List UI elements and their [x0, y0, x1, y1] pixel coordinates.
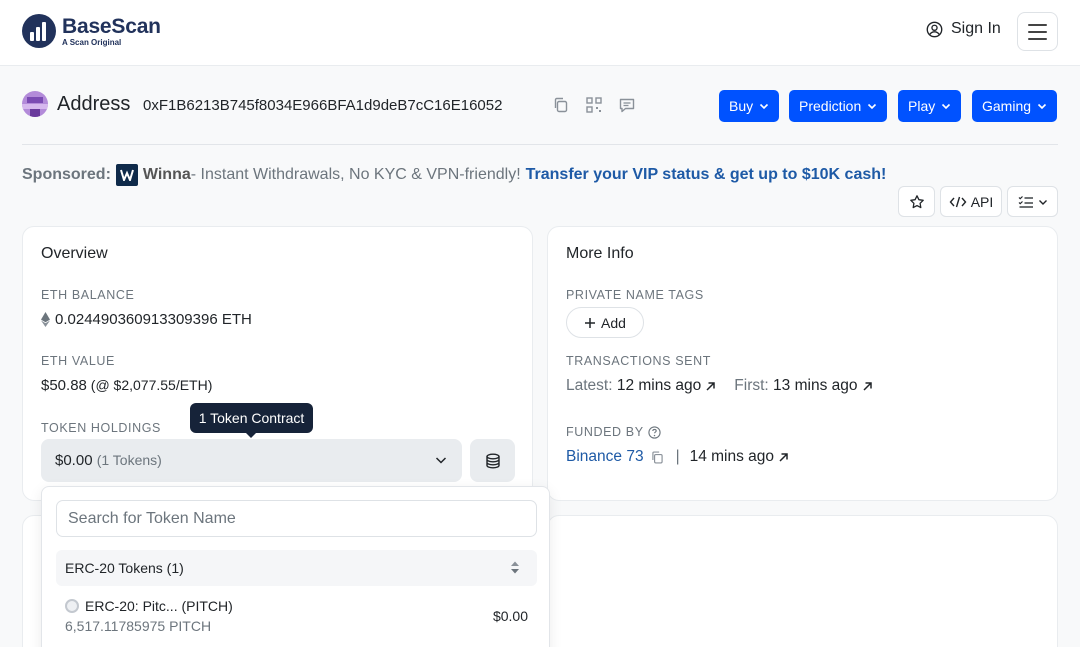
token-name: ERC-20: Pitc... (PITCH) [85, 598, 233, 614]
latest-tx-link[interactable]: 12 mins ago [617, 377, 701, 395]
section-divider [22, 144, 1058, 145]
list-check-icon [1018, 195, 1033, 208]
overview-title: Overview [41, 245, 108, 262]
sponsored-banner: Sponsored: Winna - Instant Withdrawals, … [22, 164, 886, 186]
arrow-up-right-icon [706, 381, 716, 391]
chevron-down-icon [1038, 199, 1047, 205]
token-usd-value: $0.00 [492, 608, 528, 624]
token-list-item[interactable]: ERC-20: Pitc... (PITCH) 6,517.11785975 P… [56, 594, 537, 636]
favorite-button[interactable] [898, 186, 935, 217]
sort-icon[interactable] [510, 560, 520, 575]
sign-in-link[interactable]: Sign In [926, 20, 1001, 38]
chevron-down-icon [760, 103, 769, 110]
funded-separator: | [675, 448, 680, 465]
funded-time-link[interactable]: 14 mins ago [690, 448, 774, 466]
funded-by-link[interactable]: Binance 73 [566, 448, 644, 466]
chevron-down-icon [1037, 103, 1047, 110]
arrow-up-right-icon [862, 381, 872, 391]
more-options-button[interactable] [1007, 186, 1058, 217]
erc20-group-label: ERC-20 Tokens (1) [65, 560, 184, 576]
token-placeholder-icon [65, 599, 79, 613]
ethereum-icon [41, 312, 50, 327]
address-header: Address 0xF1B6213B745f8034E966BFA1d9deB7… [22, 90, 1058, 122]
basescan-logo[interactable]: BaseScan A Scan Original [22, 14, 161, 48]
gaming-dropdown-button[interactable]: Gaming [972, 90, 1058, 122]
token-holdings-dropdown[interactable]: $0.00 (1 Tokens) [41, 439, 462, 482]
sponsored-cta-link[interactable]: Transfer your VIP status & get up to $10… [526, 166, 887, 184]
token-search-input[interactable] [56, 500, 537, 537]
coins-icon [485, 453, 500, 469]
chevron-down-icon [868, 103, 877, 110]
more-info-title: More Info [566, 245, 634, 262]
copy-icon[interactable] [552, 96, 570, 114]
funded-by-label: FUNDED BY [566, 425, 661, 439]
api-button[interactable]: API [940, 186, 1002, 217]
logo-mark-icon [22, 14, 56, 48]
hamburger-icon [1028, 23, 1047, 26]
address-label: Address [57, 93, 131, 115]
token-holdings-label: TOKEN HOLDINGS [41, 421, 161, 435]
address-hash: 0xF1B6213B745f8034E966BFA1d9deB7cC16E160… [143, 97, 503, 114]
transactions-sent-values: Latest: 12 mins ago First: 13 mins ago [566, 377, 873, 395]
eth-value: $50.88 (@ $2,077.55/ETH) [41, 377, 213, 394]
plus-icon [585, 317, 596, 328]
qr-code-icon[interactable] [585, 96, 603, 114]
prediction-dropdown-button[interactable]: Prediction [789, 90, 888, 122]
user-circle-icon [926, 21, 943, 37]
buy-dropdown-button[interactable]: Buy [719, 90, 780, 122]
chevron-down-icon [435, 457, 447, 464]
star-icon [909, 194, 924, 208]
logo-tagline: A Scan Original [62, 37, 122, 47]
arrow-up-right-icon [779, 452, 788, 462]
address-avatar [22, 91, 48, 117]
erc20-group-header[interactable]: ERC-20 Tokens (1) [56, 550, 537, 586]
token-amount: 6,517.11785975 PITCH [65, 618, 212, 634]
sponsored-label: Sponsored: [22, 166, 111, 183]
transactions-sent-label: TRANSACTIONS SENT [566, 354, 711, 368]
play-dropdown-button[interactable]: Play [898, 90, 962, 122]
comment-icon[interactable] [618, 96, 636, 114]
eth-value-label: ETH VALUE [41, 354, 115, 368]
sponsored-text: - Instant Withdrawals, No KYC & VPN-frie… [190, 166, 521, 183]
logo-name: BaseScan [62, 14, 161, 38]
copy-icon[interactable] [650, 450, 665, 465]
token-contract-tooltip: 1 Token Contract [190, 403, 313, 438]
sign-in-label: Sign In [951, 20, 1001, 37]
code-icon [949, 196, 967, 207]
top-navbar: BaseScan A Scan Original Sign In [0, 0, 1080, 66]
winna-logo-icon [115, 164, 138, 186]
private-name-tags-label: PRIVATE NAME TAGS [566, 288, 704, 302]
funded-by-values: Binance 73 | 14 mins ago [566, 448, 789, 466]
sponsored-brand[interactable]: Winna [143, 166, 191, 184]
more-info-card: More Info PRIVATE NAME TAGS Add TRANSACT… [547, 226, 1058, 501]
chevron-down-icon [942, 103, 951, 110]
eth-balance-value: 0.024490360913309396 ETH [41, 311, 252, 328]
add-name-tag-button[interactable]: Add [566, 307, 644, 338]
eth-balance-label: ETH BALANCE [41, 288, 135, 302]
hamburger-menu-button[interactable] [1017, 12, 1058, 51]
lower-right-card [547, 515, 1058, 647]
token-holdings-view-button[interactable] [470, 439, 515, 482]
question-circle-icon[interactable] [647, 425, 661, 439]
overview-card: Overview ETH BALANCE 0.02449036091330939… [22, 226, 533, 501]
first-tx-link[interactable]: 13 mins ago [773, 377, 857, 395]
token-holdings-menu: ERC-20 Tokens (1) ERC-20: Pitc... (PITCH… [41, 486, 550, 647]
